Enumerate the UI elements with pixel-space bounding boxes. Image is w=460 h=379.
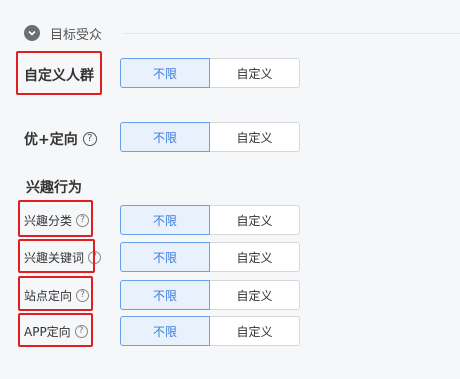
highlight-box-interest-category <box>18 200 93 237</box>
row-label-text: 优+定向 <box>24 132 78 148</box>
option-custom[interactable]: 自定义 <box>210 205 300 235</box>
option-unlimited[interactable]: 不限 <box>120 58 210 88</box>
highlight-box-site-targeting <box>18 276 93 311</box>
highlight-box-interest-keywords <box>18 239 95 273</box>
option-unlimited[interactable]: 不限 <box>120 242 210 272</box>
option-unlimited[interactable]: 不限 <box>120 122 210 152</box>
section-header[interactable]: 目标受众 <box>24 22 102 44</box>
option-custom[interactable]: 自定义 <box>210 58 300 88</box>
option-unlimited[interactable]: 不限 <box>120 280 210 310</box>
option-unlimited[interactable]: 不限 <box>120 205 210 235</box>
option-custom[interactable]: 自定义 <box>210 280 300 310</box>
option-custom[interactable]: 自定义 <box>210 242 300 272</box>
section-title: 目标受众 <box>50 27 103 43</box>
row-label-youplus-targeting: 优+定向 ? <box>24 129 97 149</box>
segmented-interest-category[interactable]: 不限 自定义 <box>120 205 300 235</box>
segmented-app-targeting[interactable]: 不限 自定义 <box>120 316 300 346</box>
segmented-site-targeting[interactable]: 不限 自定义 <box>120 280 300 310</box>
group-label-interest: 兴趣行为 <box>26 180 82 196</box>
option-custom[interactable]: 自定义 <box>210 316 300 346</box>
segmented-youplus-targeting[interactable]: 不限 自定义 <box>120 122 300 152</box>
highlight-box-custom-audience <box>16 51 102 95</box>
chevron-down-icon[interactable] <box>24 25 40 41</box>
section-divider <box>123 33 460 34</box>
option-unlimited[interactable]: 不限 <box>120 316 210 346</box>
option-custom[interactable]: 自定义 <box>210 122 300 152</box>
highlight-box-app-targeting <box>18 313 93 347</box>
segmented-custom-audience[interactable]: 不限 自定义 <box>120 58 300 88</box>
help-icon[interactable]: ? <box>82 132 97 146</box>
segmented-interest-keywords[interactable]: 不限 自定义 <box>120 242 300 272</box>
